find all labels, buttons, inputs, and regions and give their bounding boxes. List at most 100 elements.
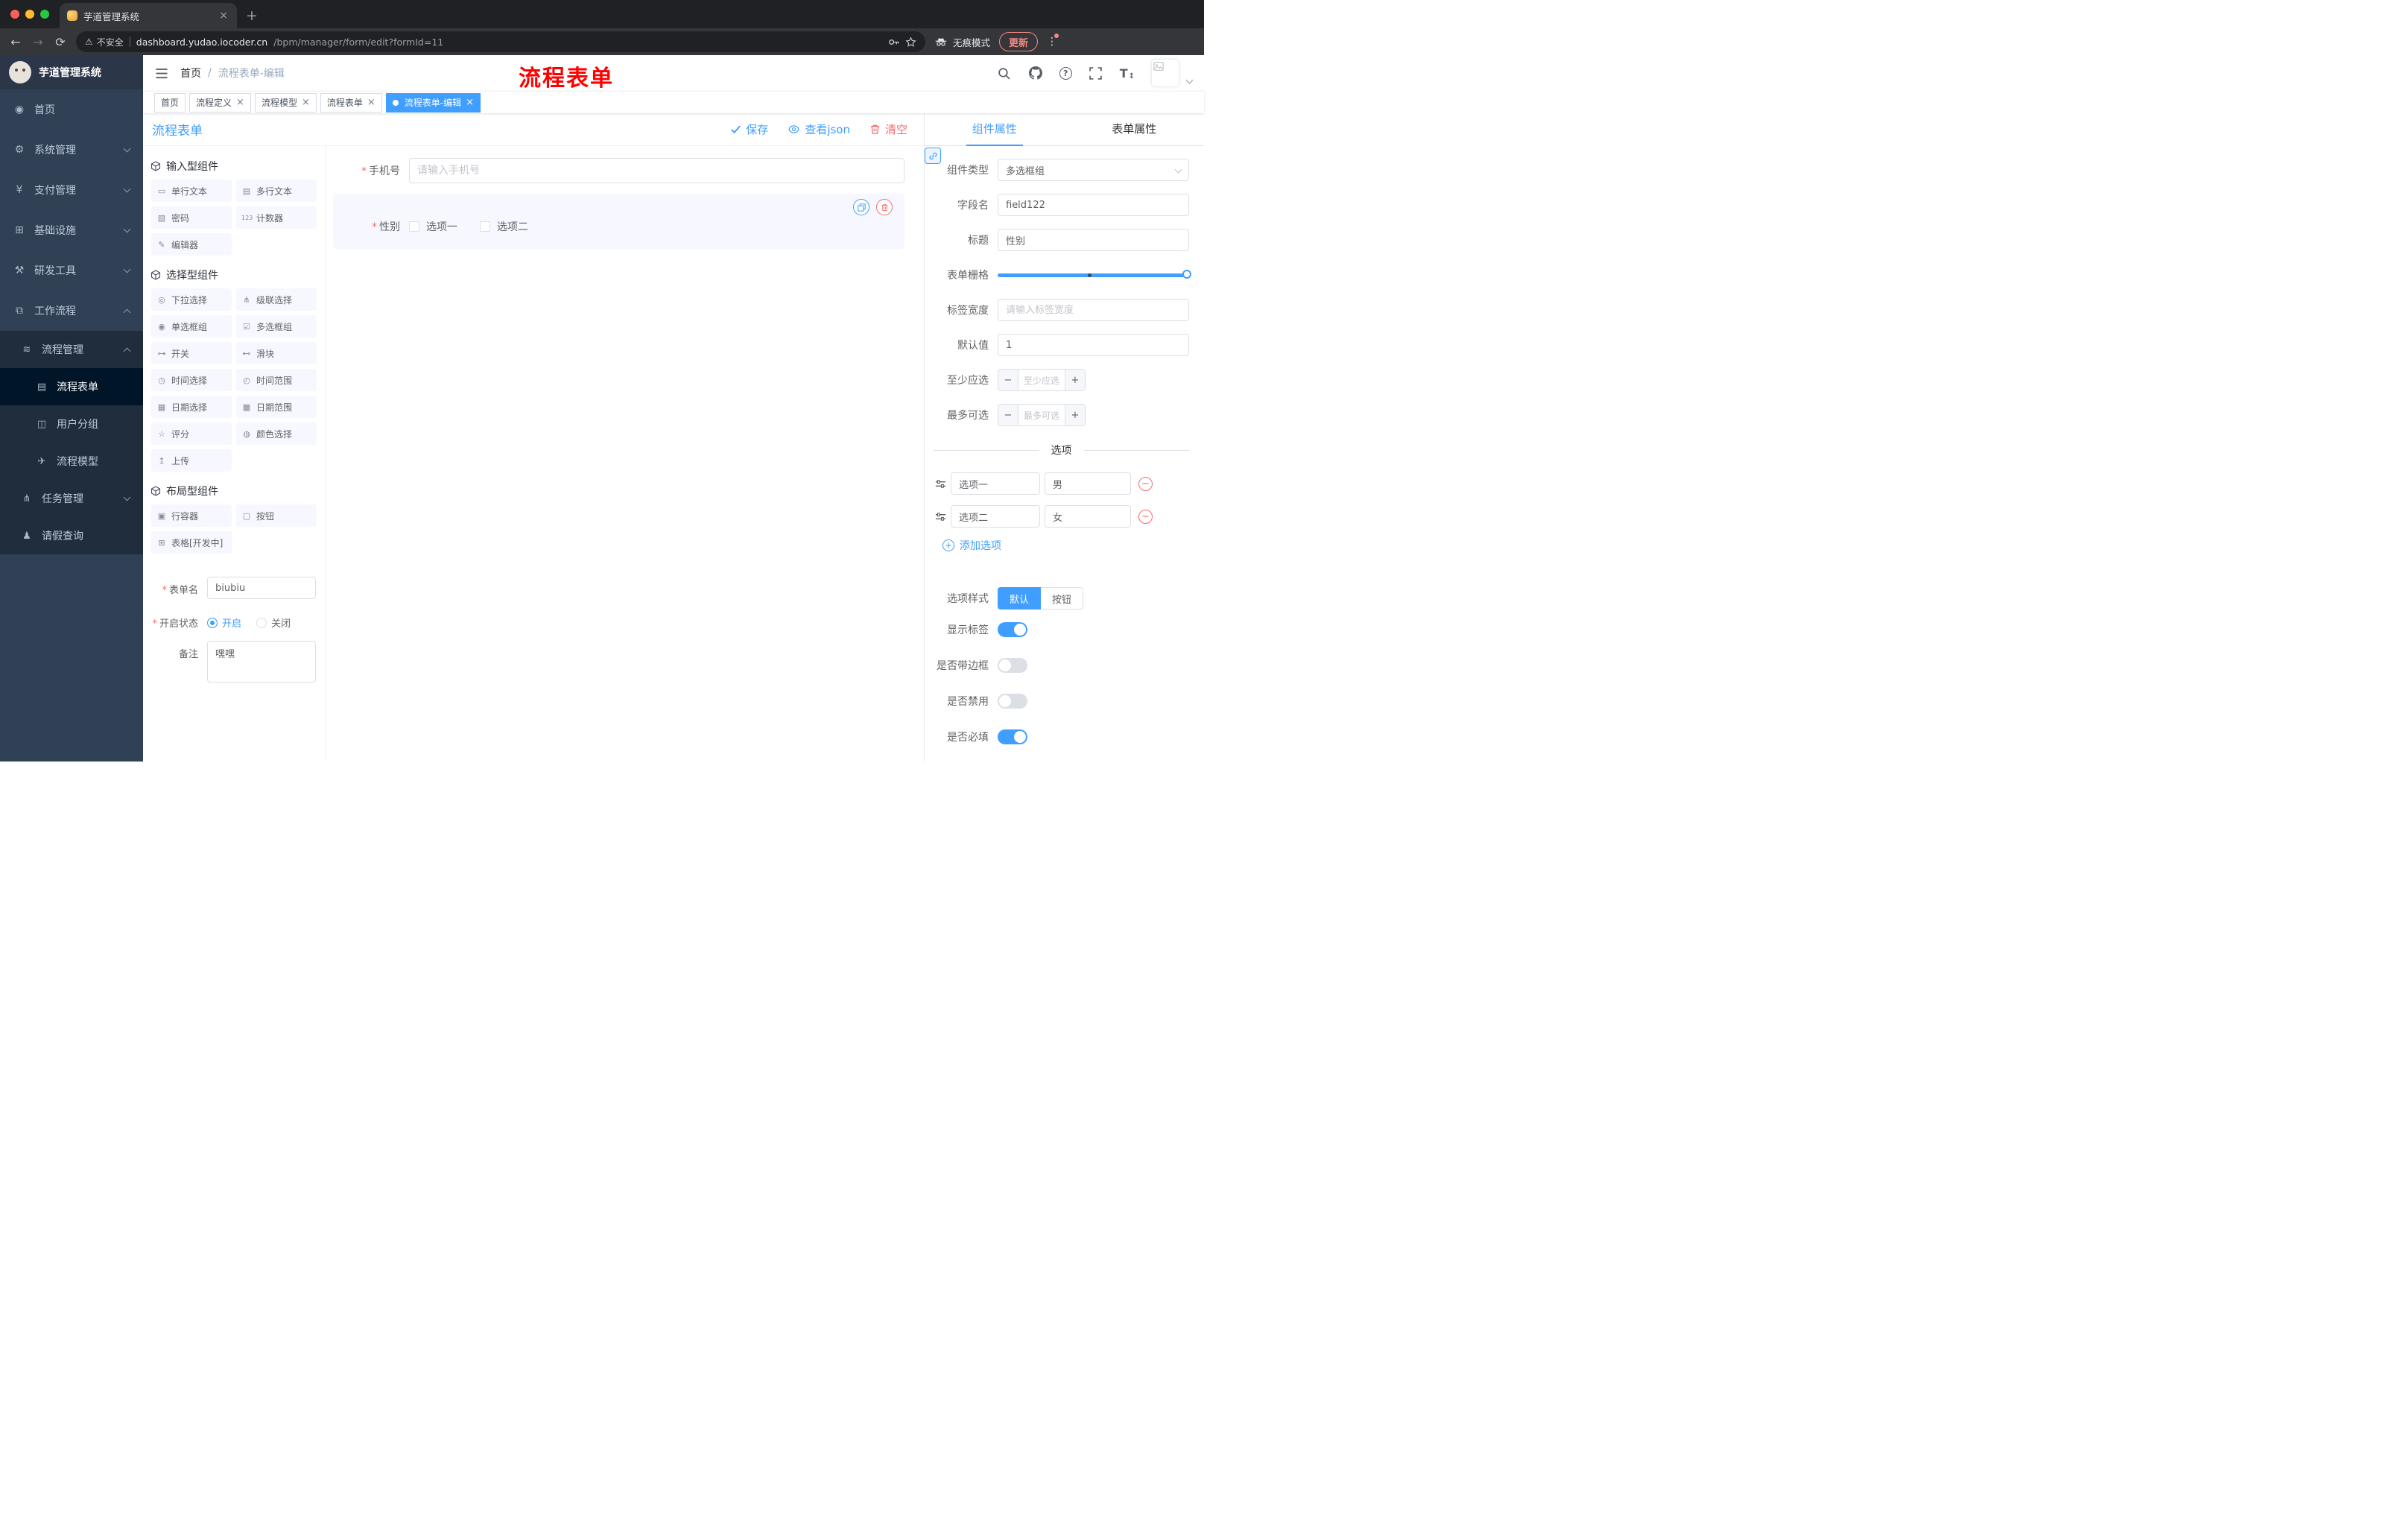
status-off-radio[interactable]: 关闭 [256, 615, 291, 630]
form-name-input[interactable] [207, 577, 316, 599]
sidebar-logo-row[interactable]: 芋道管理系统 [0, 55, 143, 89]
forward-icon[interactable]: → [31, 35, 45, 49]
github-icon[interactable] [1028, 66, 1043, 80]
border-toggle[interactable] [998, 658, 1027, 673]
delete-component-button[interactable] [876, 199, 893, 215]
reload-icon[interactable]: ⟳ [54, 35, 67, 49]
minus-button[interactable]: − [998, 370, 1018, 390]
tag-close-icon[interactable]: × [367, 97, 376, 108]
sidebar-item-infra[interactable]: ⊞ 基础设施 [0, 210, 143, 250]
help-icon[interactable]: ? [1059, 66, 1072, 80]
palette-item-row-container[interactable]: ▣ 行容器 [151, 504, 232, 527]
status-on-radio[interactable]: 开启 [207, 615, 241, 630]
sidebar-item-leave-query[interactable]: ♟ 请假查询 [0, 517, 143, 554]
field-name-input[interactable] [998, 194, 1189, 216]
sidebar-item-task-management[interactable]: ⋔ 任务管理 [0, 480, 143, 517]
gender-option-1-checkbox[interactable]: 选项一 [409, 219, 457, 234]
bookmark-star-icon[interactable] [905, 36, 916, 48]
palette-item-multi-text[interactable]: ▤ 多行文本 [236, 180, 317, 202]
palette-item-time-picker[interactable]: ◷ 时间选择 [151, 369, 232, 391]
palette-item-radio-group[interactable]: ◉ 单选框组 [151, 315, 232, 338]
palette-item-checkbox-group[interactable]: ☑ 多选框组 [236, 315, 317, 338]
tab-component-props[interactable]: 组件属性 [925, 113, 1065, 145]
palette-item-dropdown[interactable]: ◎ 下拉选择 [151, 288, 232, 311]
tag-close-icon[interactable]: × [302, 97, 310, 108]
sidebar-item-home[interactable]: ◉ 首页 [0, 89, 143, 130]
tag-close-icon[interactable]: × [236, 97, 244, 108]
palette-item-date-picker[interactable]: ▦ 日期选择 [151, 396, 232, 418]
form-canvas[interactable]: 手机号 [326, 146, 924, 762]
palette-item-table[interactable]: ⊞ 表格[开发中] [151, 531, 232, 554]
close-window-button[interactable] [10, 10, 19, 19]
minus-button[interactable]: − [998, 405, 1018, 425]
option-2-label-input[interactable] [951, 505, 1040, 528]
option-1-label-input[interactable] [951, 472, 1040, 495]
label-width-input[interactable] [998, 299, 1189, 321]
palette-item-single-text[interactable]: ▭ 单行文本 [151, 180, 232, 202]
palette-item-rate[interactable]: ☆ 评分 [151, 422, 232, 445]
drag-handle-icon[interactable] [935, 511, 946, 522]
search-icon[interactable] [997, 66, 1012, 80]
canvas-field-gender-selected[interactable]: 性别 选项一 选项二 [333, 194, 904, 249]
required-toggle[interactable] [998, 729, 1027, 744]
tag-process-form[interactable]: 流程表单 × [320, 92, 382, 113]
palette-item-time-range[interactable]: ◴ 时间范围 [236, 369, 317, 391]
plus-button[interactable]: + [1065, 370, 1085, 390]
sidebar-item-process-model[interactable]: ✈ 流程模型 [0, 443, 143, 480]
min-select-stepper[interactable]: − 至少应选 + [998, 369, 1086, 391]
sidebar-item-workflow[interactable]: ⧉ 工作流程 [0, 291, 143, 331]
default-value-input[interactable] [998, 334, 1189, 356]
canvas-field-phone[interactable]: 手机号 [333, 158, 904, 183]
fullscreen-icon[interactable] [1089, 66, 1103, 80]
palette-item-date-range[interactable]: ▩ 日期范围 [236, 396, 317, 418]
avatar[interactable] [1151, 59, 1179, 87]
update-button[interactable]: 更新 [999, 32, 1039, 51]
drag-handle-icon[interactable] [935, 478, 946, 490]
link-button[interactable] [925, 148, 941, 164]
clear-button[interactable]: 清空 [869, 121, 907, 137]
palette-item-upload[interactable]: ↥ 上传 [151, 449, 232, 472]
save-button[interactable]: 保存 [730, 121, 768, 137]
view-json-button[interactable]: 查看json [788, 121, 850, 137]
sidebar-item-process-form[interactable]: ▤ 流程表单 [0, 368, 143, 405]
avatar-caret-icon[interactable] [1185, 76, 1194, 83]
add-option-button[interactable]: + 添加选项 [942, 538, 1189, 553]
back-icon[interactable]: ← [9, 35, 22, 49]
sidebar-item-system[interactable]: ⚙ 系统管理 [0, 130, 143, 170]
security-warning[interactable]: ⚠ 不安全 [85, 36, 124, 48]
browser-tab[interactable]: 芋道管理系统 × [60, 3, 237, 28]
option-1-value-input[interactable] [1045, 472, 1131, 495]
title-input[interactable] [998, 229, 1189, 251]
tag-process-form-edit[interactable]: 流程表单-编辑 × [385, 92, 481, 113]
sidebar-item-devtools[interactable]: ⚒ 研发工具 [0, 250, 143, 291]
password-key-icon[interactable] [888, 37, 899, 48]
palette-item-button[interactable]: ▢ 按钮 [236, 504, 317, 527]
hamburger-icon[interactable] [155, 68, 168, 79]
tag-close-icon[interactable]: × [466, 97, 474, 108]
show-label-toggle[interactable] [998, 622, 1027, 637]
remove-option-icon[interactable]: − [1138, 476, 1153, 491]
remove-option-icon[interactable]: − [1138, 509, 1153, 524]
font-size-icon[interactable]: T ↕ [1120, 66, 1135, 80]
palette-item-cascader[interactable]: ⋔ 级联选择 [236, 288, 317, 311]
new-tab-button[interactable]: + [237, 3, 267, 28]
style-button-button[interactable]: 按钮 [1041, 587, 1084, 609]
palette-item-slider[interactable]: ⊷ 滑块 [236, 342, 317, 364]
phone-input[interactable] [409, 158, 904, 183]
disabled-toggle[interactable] [998, 694, 1027, 709]
style-default-button[interactable]: 默认 [998, 587, 1042, 609]
palette-item-editor[interactable]: ✎ 编辑器 [151, 233, 232, 256]
form-remark-textarea[interactable]: 嘿嘿 [207, 641, 316, 683]
tab-form-props[interactable]: 表单属性 [1065, 113, 1205, 145]
palette-item-color-picker[interactable]: ◍ 颜色选择 [236, 422, 317, 445]
tab-close-icon[interactable]: × [218, 10, 229, 22]
slider-handle[interactable] [1182, 270, 1191, 279]
address-bar[interactable]: ⚠ 不安全 dashboard.yudao.iocoder.cn/bpm/man… [76, 31, 925, 52]
tag-process-definition[interactable]: 流程定义 × [189, 92, 251, 113]
tag-process-model[interactable]: 流程模型 × [254, 92, 317, 113]
plus-button[interactable]: + [1065, 405, 1085, 425]
component-type-select[interactable]: 多选框组 [998, 159, 1189, 181]
palette-item-switch[interactable]: ⊶ 开关 [151, 342, 232, 364]
sidebar-item-user-group[interactable]: ◫ 用户分组 [0, 405, 143, 443]
form-grid-slider[interactable] [998, 264, 1191, 286]
